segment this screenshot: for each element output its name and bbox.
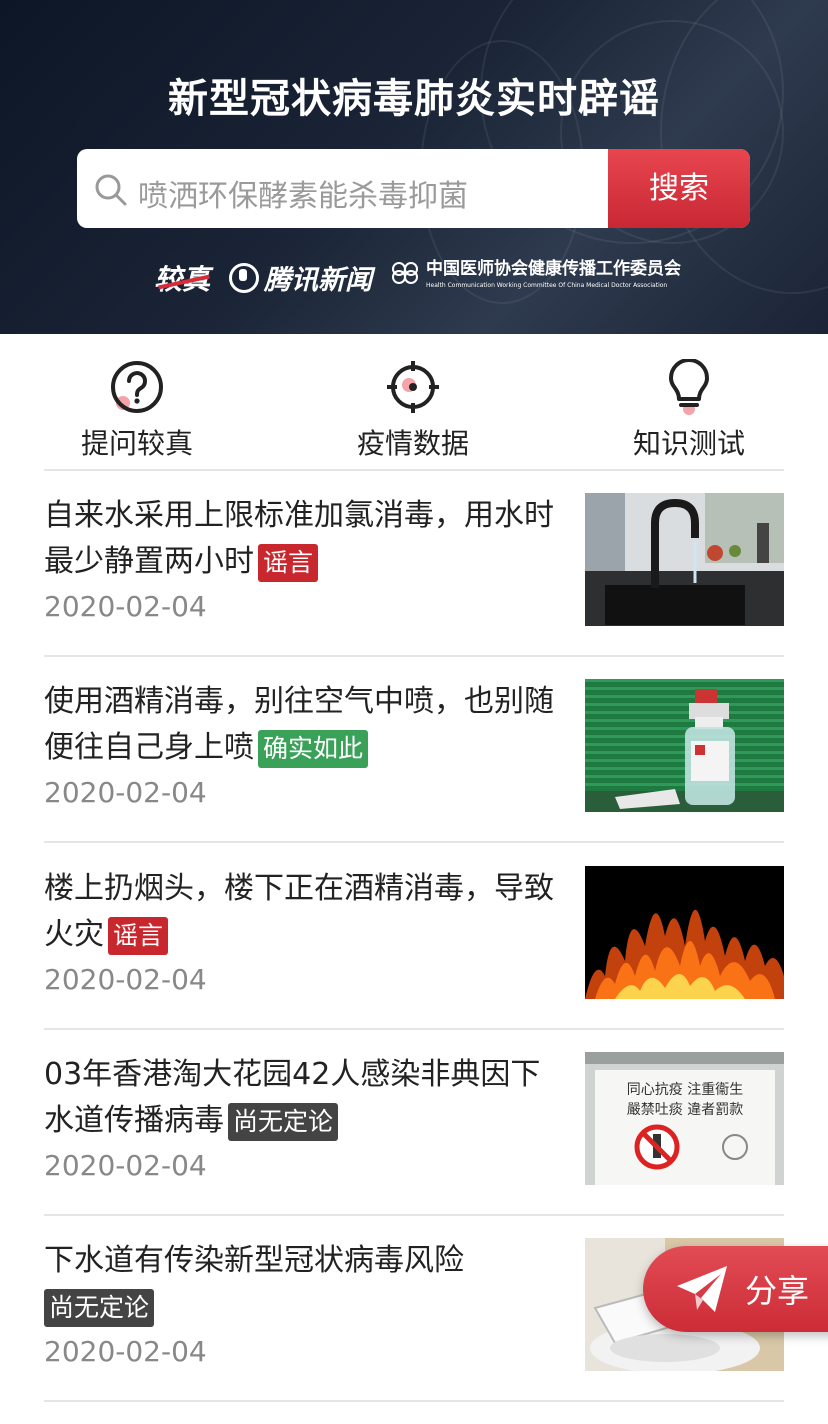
header-banner: 新型冠状病毒肺炎实时辟谣 喷洒环保酵素能杀毒抑菌 搜索 较真 腾讯新闻 中国医师…	[0, 0, 828, 334]
divider	[44, 469, 784, 471]
list-item[interactable]: 楼上扔烟头，楼下正在酒精消毒，导致火灾 谣言 2020-02-04	[44, 866, 784, 1052]
share-button[interactable]: 分享	[643, 1246, 828, 1332]
list-item[interactable]: 自来水采用上限标准加氯消毒，用水时最少静置两小时 谣言 2020-02-04	[44, 493, 784, 679]
sign-line-1: 同心抗疫 注重衞生	[627, 1082, 743, 1098]
nav-epidemic-data[interactable]: 疫情数据	[313, 334, 513, 469]
divider	[44, 1214, 784, 1216]
article-date: 2020-02-04	[44, 963, 207, 996]
status-badge: 谣言	[258, 543, 319, 582]
share-label: 分享	[745, 1272, 810, 1310]
search-button[interactable]: 搜索	[608, 149, 750, 228]
status-badge: 确实如此	[258, 729, 369, 768]
divider	[44, 841, 784, 843]
nav-ask-question[interactable]: 提问较真	[37, 334, 237, 469]
target-icon	[387, 361, 439, 413]
article-title: 下水道有传染新型冠状病毒风险	[44, 1243, 464, 1278]
article-date: 2020-02-04	[44, 1335, 207, 1368]
paper-plane-icon	[677, 1266, 727, 1312]
no-spitting-sign-photo: 同心抗疫 注重衞生 嚴禁吐痰 違者罰款	[585, 1052, 784, 1185]
page-title: 新型冠状病毒肺炎实时辟谣	[168, 76, 660, 122]
status-badge: 尚无定论	[44, 1288, 155, 1327]
question-icon	[111, 361, 163, 413]
search-bar[interactable]: 喷洒环保酵素能杀毒抑菌 搜索	[77, 149, 750, 228]
divider	[44, 655, 784, 657]
status-badge: 尚无定论	[228, 1102, 339, 1141]
divider	[44, 1028, 784, 1030]
tencent-news-logo: 腾讯新闻	[229, 258, 372, 297]
nav-knowledge-quiz[interactable]: 知识测试	[589, 334, 789, 469]
lightbulb-icon	[669, 359, 709, 415]
list-item[interactable]: 03年香港淘大花园42人感染非典因下水道传播病毒 尚无定论 2020-02-04 …	[44, 1052, 784, 1238]
feature-nav: 提问较真 疫情数据 知识测试	[0, 334, 828, 469]
search-input[interactable]: 喷洒环保酵素能杀毒抑菌	[138, 171, 468, 215]
tencent-news-icon	[229, 262, 259, 293]
article-date: 2020-02-04	[44, 776, 207, 809]
search-icon	[95, 174, 127, 206]
article-date: 2020-02-04	[44, 1149, 207, 1182]
faucet-sink-photo	[585, 493, 784, 626]
sign-line-2: 嚴禁吐痰 違者罰款	[627, 1102, 743, 1118]
article-date: 2020-02-04	[44, 590, 207, 623]
cmda-logo: 中国医师协会健康传播工作委员会 Health Communication Wor…	[390, 260, 681, 291]
alcohol-spray-bottle-photo	[585, 679, 784, 812]
partner-logos: 较真 腾讯新闻 中国医师协会健康传播工作委员会 Health Communica…	[0, 256, 828, 296]
jiaozhen-logo: 较真	[154, 258, 210, 298]
status-badge: 谣言	[108, 916, 169, 955]
fire-photo	[585, 866, 784, 999]
list-item[interactable]: 使用酒精消毒，别往空气中喷，也别随便往自己身上喷 确实如此 2020-02-04	[44, 679, 784, 865]
flower-logo-icon	[392, 262, 418, 284]
divider	[44, 1400, 784, 1402]
